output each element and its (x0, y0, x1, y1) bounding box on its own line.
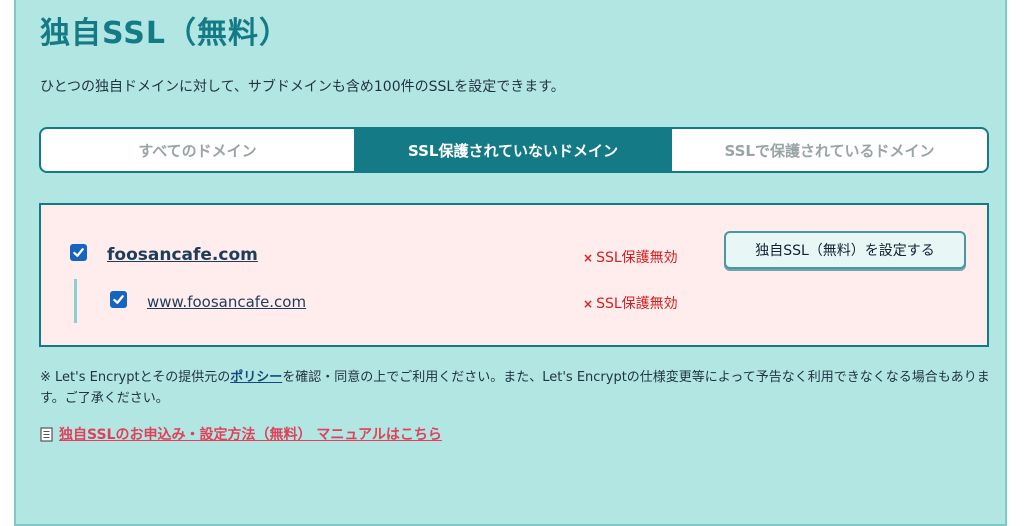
tab-unprotected-domains[interactable]: SSL保護されていないドメイン (354, 129, 672, 171)
ssl-settings-panel: 独自SSL（無料） ひとつの独自ドメインに対して、サブドメインも含め100件のS… (14, 0, 1007, 526)
primary-domain-link[interactable]: foosancafe.com (107, 245, 258, 265)
checkmark-icon (73, 248, 84, 257)
lets-encrypt-notice: ※ Let's Encryptとその提供元のポリシーを確認・同意の上でご利用くだ… (40, 367, 990, 409)
subdomain-link[interactable]: www.foosancafe.com (147, 293, 306, 311)
subdomain-status: × SSL保護無効 (583, 293, 678, 313)
domain-filter-tabs: すべてのドメイン SSL保護されていないドメイン SSLで保護されているドメイン (39, 127, 989, 173)
subdomain-indent-line (74, 279, 77, 323)
checkmark-icon (113, 295, 124, 304)
primary-status-text: SSL保護無効 (596, 250, 678, 266)
primary-domain-status: × SSL保護無効 (583, 247, 678, 267)
subdomain-status-text: SSL保護無効 (596, 296, 678, 312)
error-x-icon: × (583, 251, 594, 265)
page-description: ひとつの独自ドメインに対して、サブドメインも含め100件のSSLを設定できます。 (40, 79, 565, 95)
ssl-manual-link[interactable]: 独自SSLのお申込み・設定方法（無料） マニュアルはこちら (59, 424, 442, 444)
primary-domain-checkbox[interactable] (70, 244, 87, 261)
tab-all-domains[interactable]: すべてのドメイン (41, 129, 354, 171)
policy-link[interactable]: ポリシー (230, 370, 282, 385)
document-icon (40, 426, 53, 442)
domain-list: foosancafe.com × SSL保護無効 独自SSL（無料）を設定する w… (39, 203, 989, 347)
set-ssl-button[interactable]: 独自SSL（無料）を設定する (724, 231, 966, 269)
tab-protected-domains[interactable]: SSLで保護されているドメイン (672, 129, 987, 171)
page-title: 独自SSL（無料） (40, 16, 290, 51)
error-x-icon: × (583, 297, 594, 311)
subdomain-checkbox[interactable] (110, 291, 127, 308)
notice-prefix: ※ Let's Encryptとその提供元の (40, 370, 231, 385)
manual-link-row: 独自SSLのお申込み・設定方法（無料） マニュアルはこちら (40, 424, 442, 444)
